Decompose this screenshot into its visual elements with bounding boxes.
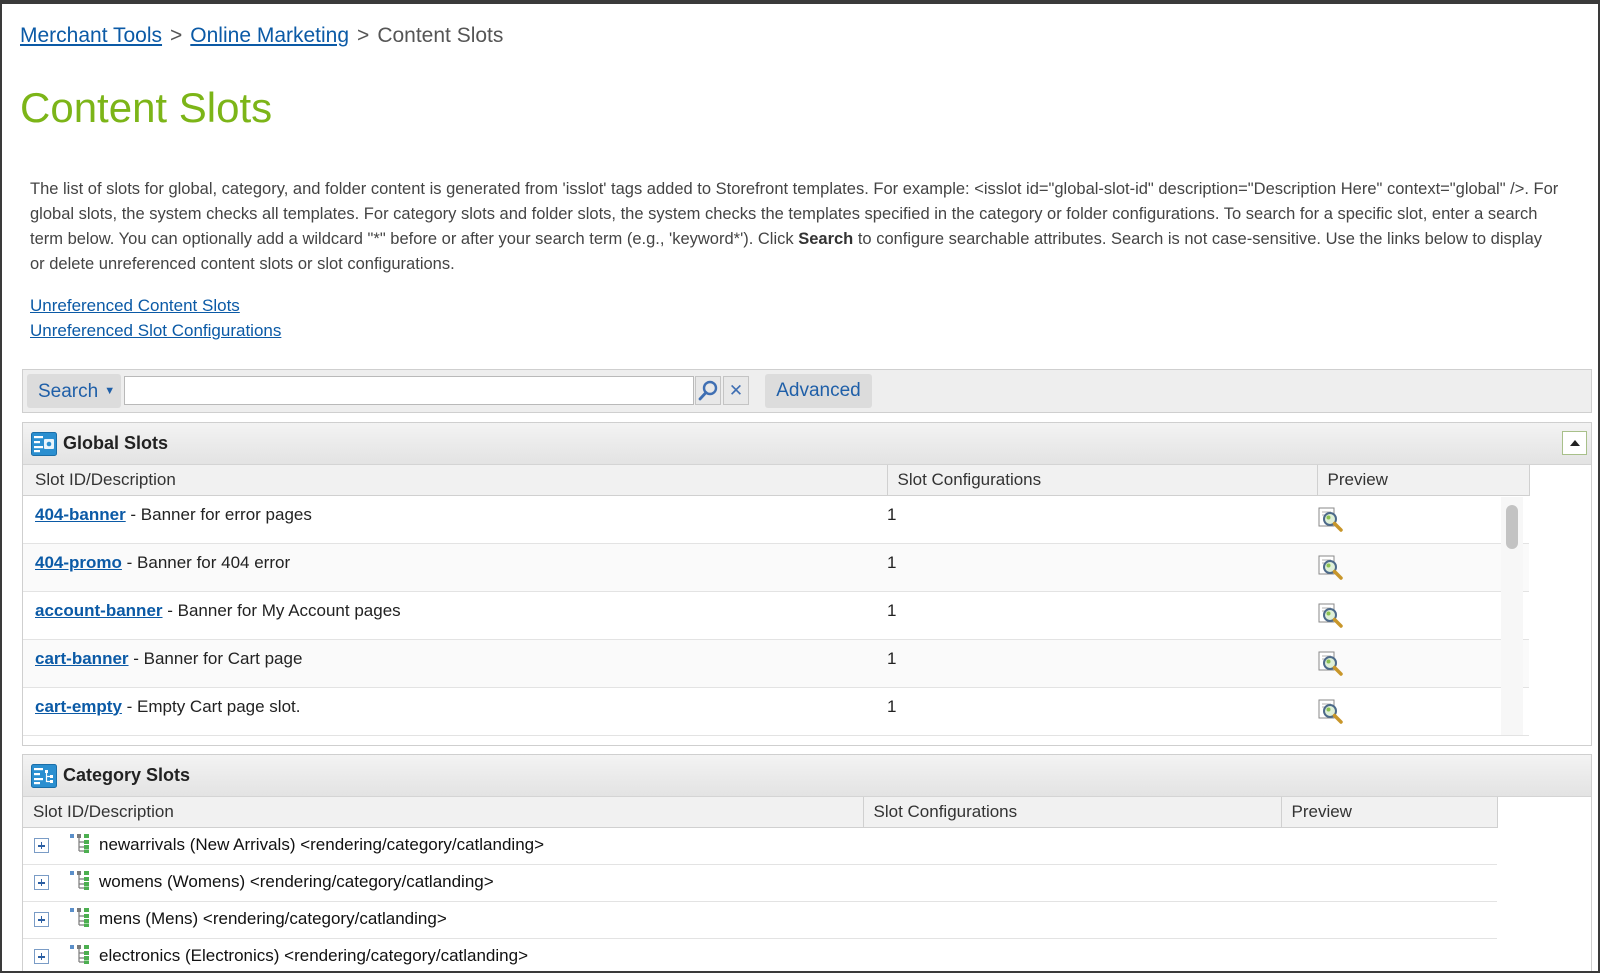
- slot-id-link[interactable]: account-banner: [35, 601, 163, 620]
- category-slot-cell: womens (Womens) <rendering/category/catl…: [23, 864, 1497, 902]
- unreferenced-slot-configurations-link[interactable]: Unreferenced Slot Configurations: [30, 318, 281, 343]
- category-slot-label: electronics (Electronics) <rendering/cat…: [99, 945, 529, 965]
- category-slots-panel: Category Slots Slot ID/Description Slot …: [22, 754, 1592, 971]
- category-tree-icon: [69, 869, 91, 896]
- slot-description: - Empty Cart page slot.: [121, 696, 301, 716]
- expand-icon[interactable]: [34, 949, 49, 964]
- column-header-slot-id[interactable]: Slot ID/Description: [23, 797, 864, 828]
- caret-down-icon: ▼: [104, 385, 116, 397]
- slot-id-cell: 404-promo - Banner for 404 error: [23, 543, 887, 592]
- breadcrumb-merchant-tools[interactable]: Merchant Tools: [20, 24, 162, 47]
- category-slot-cell: electronics (Electronics) <rendering/cat…: [23, 938, 1497, 971]
- close-icon: ✕: [728, 381, 744, 400]
- preview-icon[interactable]: [1317, 602, 1345, 635]
- slots-icon: [31, 432, 57, 456]
- page-frame: Merchant Tools > Online Marketing > Content …: [0, 0, 1600, 973]
- table-row: womens (Womens) <rendering/category/catl…: [23, 864, 1497, 902]
- slot-id-cell: cart-banner - Banner for Cart page: [23, 639, 887, 688]
- slot-configurations-cell: 1: [887, 543, 1317, 592]
- slot-configurations-cell: 1: [887, 591, 1317, 640]
- preview-cell: [1317, 687, 1529, 736]
- category-tree-icon: [69, 832, 91, 859]
- column-header-slot-id[interactable]: Slot ID/Description: [23, 465, 888, 496]
- preview-cell: [1317, 495, 1529, 544]
- table-row: 404-promo - Banner for 404 error 1: [23, 543, 1529, 592]
- global-slots-header: Global Slots: [23, 423, 1591, 465]
- global-slots-table: Slot ID/Description Slot Configurations …: [23, 465, 1530, 736]
- category-tree-icon: [69, 906, 91, 933]
- category-slot-label: womens (Womens) <rendering/category/catl…: [99, 871, 494, 891]
- column-header-preview[interactable]: Preview: [1317, 465, 1530, 496]
- breadcrumb-online-marketing[interactable]: Online Marketing: [190, 24, 349, 47]
- preview-cell: [1317, 591, 1529, 640]
- collapse-panel-button[interactable]: [1562, 431, 1587, 455]
- slot-description: - Banner for Cart page: [128, 648, 303, 668]
- slot-id-cell: account-banner - Banner for My Account p…: [23, 591, 887, 640]
- category-slot-cell: mens (Mens) <rendering/category/catlandi…: [23, 901, 1497, 939]
- slot-id-link[interactable]: cart-banner: [35, 649, 129, 668]
- clear-search-button[interactable]: ✕: [723, 376, 749, 405]
- search-dropdown-label: Search: [38, 381, 99, 402]
- table-row: 404-banner - Banner for error pages 1: [23, 495, 1529, 544]
- magnifier-icon: [698, 380, 718, 401]
- slot-id-link[interactable]: 404-banner: [35, 505, 126, 524]
- preview-icon[interactable]: [1317, 554, 1345, 587]
- category-slots-title: Category Slots: [63, 765, 191, 785]
- table-header-row: Slot ID/Description Slot Configurations …: [23, 797, 1498, 828]
- slot-configurations-cell: 1: [887, 687, 1317, 736]
- category-slots-header: Category Slots: [23, 755, 1591, 797]
- slot-id-cell: 404-banner - Banner for error pages: [23, 495, 887, 544]
- category-slots-table: Slot ID/Description Slot Configurations …: [23, 797, 1498, 971]
- advanced-search-button[interactable]: Advanced: [765, 374, 872, 408]
- search-submit-button[interactable]: [695, 376, 721, 405]
- unreferenced-links: Unreferenced Content Slots Unreferenced …: [30, 293, 281, 343]
- preview-icon[interactable]: [1317, 506, 1345, 539]
- category-slot-label: mens (Mens) <rendering/category/catlandi…: [99, 908, 447, 928]
- table-row: cart-banner - Banner for Cart page 1: [23, 639, 1529, 688]
- breadcrumb-separator: >: [357, 24, 370, 47]
- category-tree-icon: [69, 943, 91, 970]
- breadcrumb-separator: >: [170, 24, 183, 47]
- page-title: Content Slots: [20, 84, 273, 131]
- global-slots-title: Global Slots: [63, 433, 169, 453]
- expand-icon[interactable]: [34, 912, 49, 927]
- category-slot-cell: newarrivals (New Arrivals) <rendering/ca…: [23, 827, 1497, 865]
- table-row: newarrivals (New Arrivals) <rendering/ca…: [23, 827, 1497, 865]
- slot-id-link[interactable]: cart-empty: [35, 697, 122, 716]
- category-slots-icon: [31, 764, 57, 788]
- slot-id-cell: cart-empty - Empty Cart page slot.: [23, 687, 887, 736]
- table-row: mens (Mens) <rendering/category/catlandi…: [23, 901, 1497, 939]
- preview-cell: [1317, 639, 1529, 688]
- slot-configurations-cell: 1: [887, 495, 1317, 544]
- search-type-dropdown[interactable]: Search ▼: [27, 374, 121, 408]
- preview-icon[interactable]: [1317, 698, 1345, 731]
- table-row: electronics (Electronics) <rendering/cat…: [23, 938, 1497, 971]
- slot-description: - Banner for error pages: [125, 504, 312, 524]
- column-header-slot-configurations[interactable]: Slot Configurations: [887, 465, 1318, 496]
- expand-icon[interactable]: [34, 838, 49, 853]
- slot-configurations-cell: 1: [887, 639, 1317, 688]
- description-bold-search: Search: [798, 230, 854, 248]
- scrollbar-thumb[interactable]: [1506, 505, 1518, 549]
- search-input[interactable]: [124, 376, 694, 405]
- column-header-slot-configurations[interactable]: Slot Configurations: [863, 797, 1282, 828]
- expand-icon[interactable]: [34, 875, 49, 890]
- table-header-row: Slot ID/Description Slot Configurations …: [23, 465, 1530, 496]
- slot-description: - Banner for My Account pages: [162, 600, 401, 620]
- breadcrumb-current: Content Slots: [377, 24, 504, 47]
- slot-id-link[interactable]: 404-promo: [35, 553, 122, 572]
- unreferenced-content-slots-link[interactable]: Unreferenced Content Slots: [30, 293, 281, 318]
- category-slot-label: newarrivals (New Arrivals) <rendering/ca…: [99, 834, 545, 854]
- preview-cell: [1317, 543, 1529, 592]
- table-row: account-banner - Banner for My Account p…: [23, 591, 1529, 640]
- page-description: The list of slots for global, category, …: [30, 177, 1560, 277]
- table-row: cart-empty - Empty Cart page slot. 1: [23, 687, 1529, 736]
- global-slots-panel: Global Slots Slot ID/Description Slot Co…: [22, 422, 1592, 746]
- search-bar: Search ▼ ✕ Advanced: [22, 369, 1592, 413]
- column-header-preview[interactable]: Preview: [1281, 797, 1498, 828]
- preview-icon[interactable]: [1317, 650, 1345, 683]
- breadcrumb: Merchant Tools > Online Marketing > Content …: [20, 24, 503, 48]
- slot-description: - Banner for 404 error: [121, 552, 291, 572]
